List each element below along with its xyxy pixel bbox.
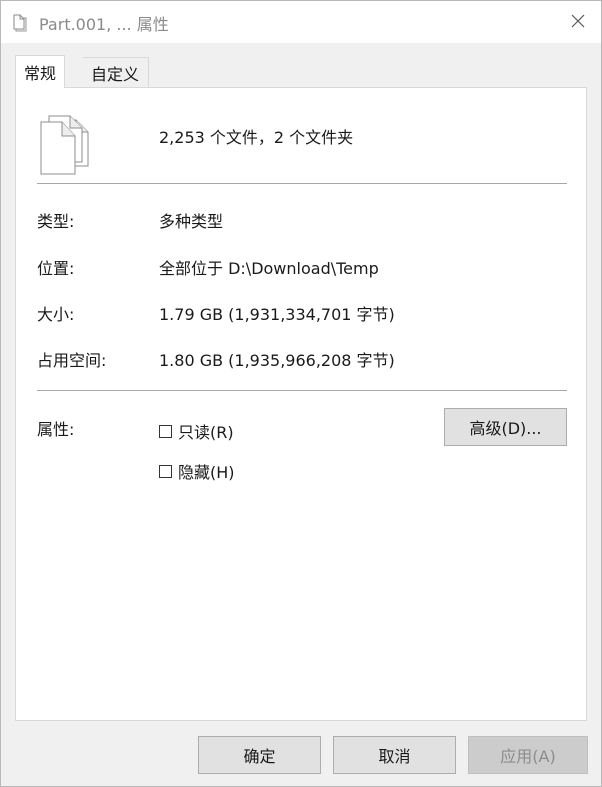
size-value: 1.79 GB (1,931,334,701 字节) [159, 305, 395, 324]
general-panel: 2,253 个文件，2 个文件夹 类型: 多种类型 位置: 全部位于 D:\Do… [15, 87, 587, 721]
hidden-checkbox-label[interactable]: 隐藏(H) [178, 459, 235, 483]
readonly-checkbox-label[interactable]: 只读(R) [178, 419, 234, 443]
file-icon [13, 12, 29, 32]
attributes-label: 属性: [37, 420, 75, 439]
cancel-button[interactable]: 取消 [333, 736, 456, 774]
apply-button[interactable]: 应用(A) [468, 736, 588, 774]
hidden-checkbox[interactable] [159, 464, 172, 478]
title-bar[interactable]: Part.001, ... 属性 [1, 1, 601, 43]
type-label: 类型: [37, 212, 75, 231]
readonly-checkbox-row[interactable]: 只读(R) [159, 419, 234, 443]
location-value: 全部位于 D:\Download\Temp [159, 259, 379, 278]
size-label: 大小: [37, 305, 75, 324]
tab-general[interactable]: 常规 [15, 55, 66, 88]
location-label: 位置: [37, 259, 75, 278]
tab-custom[interactable]: 自定义 [83, 57, 149, 87]
type-value: 多种类型 [159, 212, 224, 231]
multiple-files-icon [40, 110, 90, 176]
ok-button[interactable]: 确定 [198, 736, 321, 774]
close-button[interactable] [555, 1, 601, 43]
separator [37, 183, 567, 184]
properties-dialog: Part.001, ... 属性 常规 自定义 2,253 个文件，2 个文件夹… [0, 0, 602, 787]
size-on-disk-value: 1.80 GB (1,935,966,208 字节) [159, 351, 395, 370]
hidden-checkbox-row[interactable]: 隐藏(H) [159, 459, 235, 483]
window-title: Part.001, ... 属性 [39, 15, 169, 34]
advanced-button[interactable]: 高级(D)... [444, 408, 567, 446]
separator [37, 390, 567, 391]
item-count-summary: 2,253 个文件，2 个文件夹 [159, 128, 354, 147]
readonly-checkbox[interactable] [159, 424, 172, 438]
size-on-disk-label: 占用空间: [37, 351, 107, 370]
close-icon [571, 13, 585, 32]
